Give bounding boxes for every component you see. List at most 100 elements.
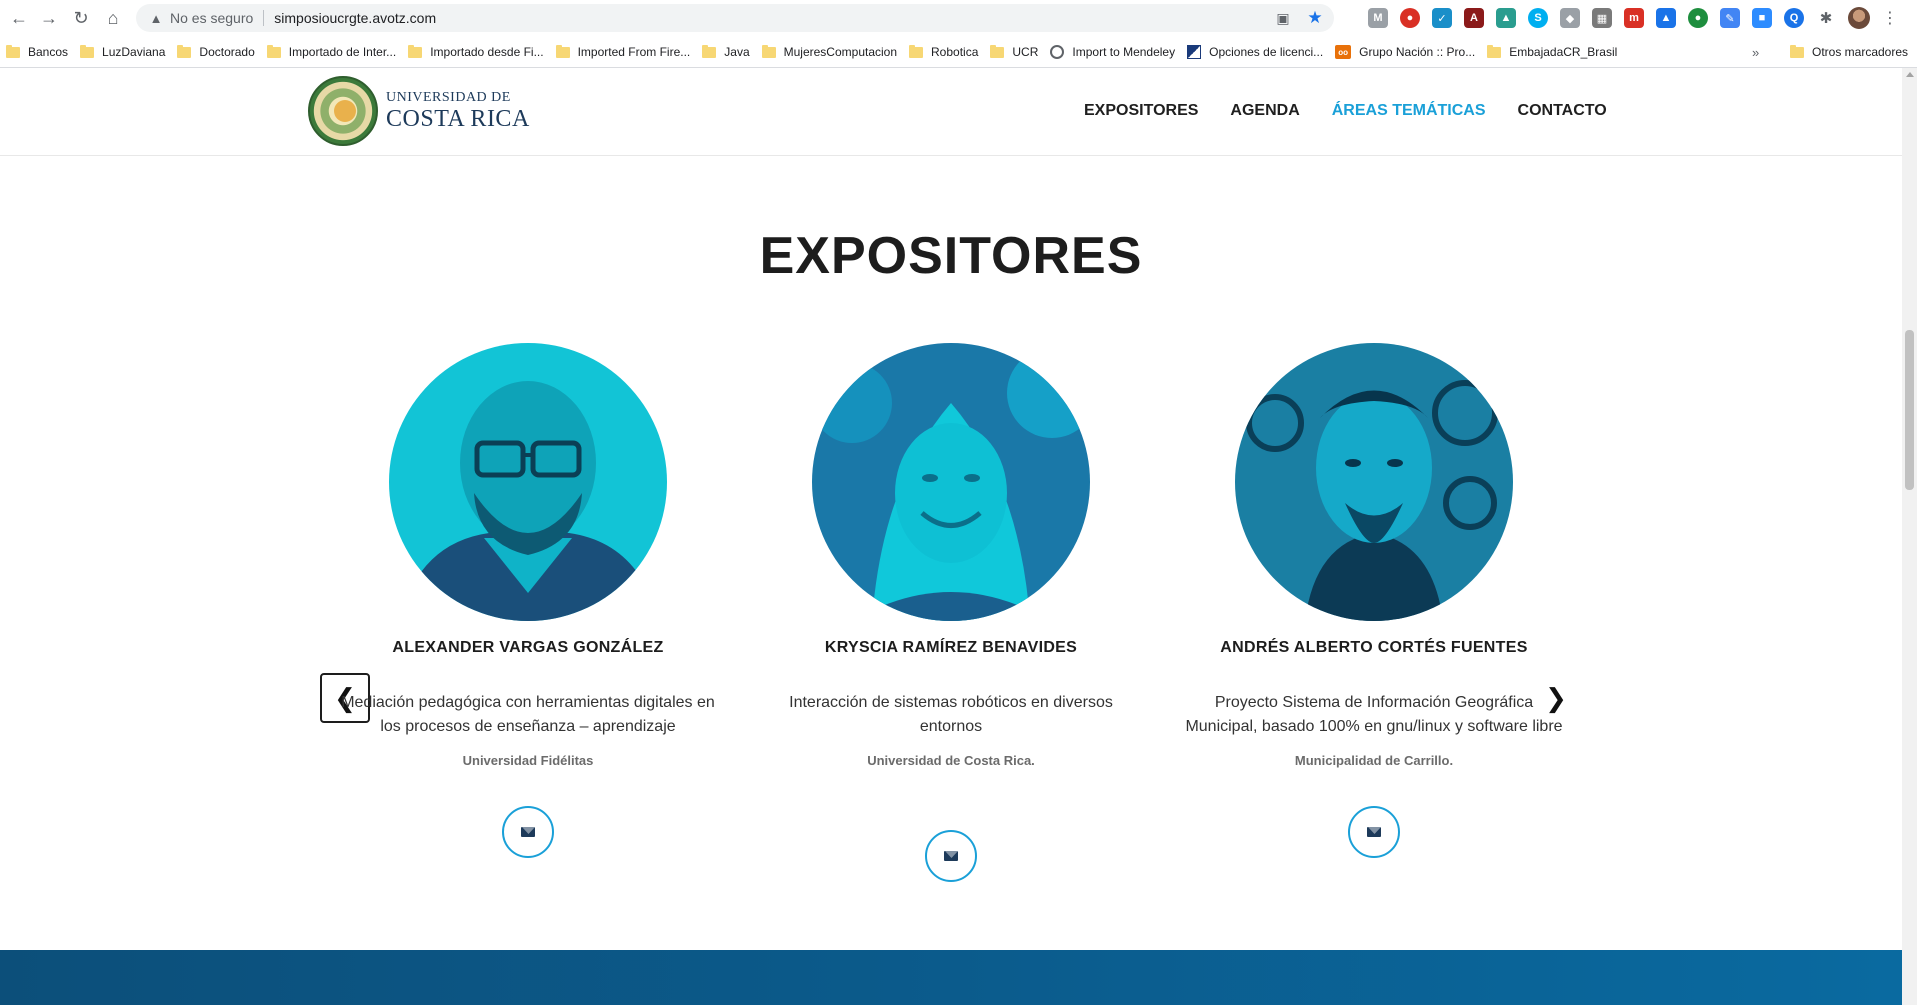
nav-link[interactable]: AGENDA <box>1230 102 1299 120</box>
bookmark-label: MujeresComputacion <box>783 45 898 59</box>
logo-line-1: UNIVERSIDAD DE <box>386 90 511 105</box>
bookmark-item[interactable]: Importado de Inter... <box>261 40 402 64</box>
speaker-name: KRYSCIA RAMÍREZ BENAVIDES <box>824 639 1078 656</box>
logo-text: UNIVERSIDAD DE COSTA RICA <box>386 90 530 132</box>
bookmark-item[interactable]: UCR <box>984 40 1044 64</box>
speaker-topic: Interacción de sistemas robóticos en div… <box>789 694 1113 735</box>
bookmark-label: EmbajadaCR_Brasil <box>1509 45 1618 59</box>
drive-extension-icon[interactable]: ▲ <box>1496 8 1516 28</box>
logo-line-2: COSTA RICA <box>386 106 530 132</box>
gmail-extension-icon[interactable]: M <box>1368 8 1388 28</box>
other-bookmarks-folder[interactable]: Otros marcadores <box>1784 40 1914 64</box>
browser-chrome: ← → ↻ ⌂ ▲ No es seguro simposioucrgte.av… <box>0 0 1917 68</box>
bookmark-label: Importado desde Fi... <box>430 45 544 59</box>
section-title: EXPOSITORES <box>759 227 1143 285</box>
bookmark-item[interactable]: oo Grupo Nación :: Pro... <box>1329 40 1481 64</box>
security-label[interactable]: No es seguro <box>170 10 253 26</box>
main-nav: EXPOSITORES AGENDA ÁREAS TEMÁTICAS CONTACTO <box>1084 102 1607 120</box>
pen-extension-icon[interactable]: ✎ <box>1720 8 1740 28</box>
classroom-extension-icon[interactable]: ▲ <box>1656 8 1676 28</box>
folder-icon <box>408 44 423 58</box>
speaker-photo <box>812 343 1090 621</box>
speaker-card: ALEXANDER VARGAS GONZÁLEZ Mediación peda… <box>328 343 728 858</box>
speaker-name: ALEXANDER VARGAS GONZÁLEZ <box>392 639 664 656</box>
bookmark-item[interactable]: Java <box>696 40 755 64</box>
search-extension-icon[interactable]: Q <box>1784 8 1804 28</box>
scroll-up-icon[interactable] <box>1906 72 1914 77</box>
divider <box>263 10 265 26</box>
bookmark-label: Bancos <box>28 45 69 59</box>
install-app-icon[interactable]: ▣ <box>1274 9 1292 27</box>
bookmark-item[interactable]: MujeresComputacion <box>756 40 903 64</box>
speaker-photo <box>389 343 667 621</box>
flag-icon <box>1187 45 1202 59</box>
site-header: UNIVERSIDAD DE COSTA RICA EXPOSITORES AGE… <box>0 68 1902 156</box>
dropbox-extension-icon[interactable]: ◆ <box>1560 8 1580 28</box>
home-icon[interactable]: ⌂ <box>100 5 126 31</box>
scrollbar-thumb[interactable] <box>1905 330 1914 490</box>
chevron-right-icon: ❯ <box>1545 682 1567 713</box>
browser-toolbar: ← → ↻ ⌂ ▲ No es seguro simposioucrgte.av… <box>0 0 1917 36</box>
university-logo[interactable]: UNIVERSIDAD DE COSTA RICA <box>308 76 530 146</box>
bookmark-item[interactable]: Opciones de licenci... <box>1181 40 1329 64</box>
url-text[interactable]: simposioucrgte.avotz.com <box>274 10 436 26</box>
mendeley-extension-icon[interactable]: m <box>1624 8 1644 28</box>
pdf-extension-icon[interactable]: A <box>1464 8 1484 28</box>
carousel-next-button[interactable]: ❯ <box>1531 673 1581 723</box>
evernote-extension-icon[interactable]: ● <box>1688 8 1708 28</box>
email-button[interactable] <box>502 806 554 858</box>
bookmarks-bar: Bancos LuzDaviana Doctorado Importado de In… <box>0 38 1917 66</box>
omnibox-actions: ▣ ★ <box>1274 8 1324 27</box>
profile-avatar[interactable] <box>1848 7 1870 29</box>
globe-icon <box>1050 45 1065 59</box>
bookmark-item[interactable]: Imported From Fire... <box>550 40 697 64</box>
bookmark-label: Otros marcadores <box>1812 45 1909 59</box>
bookmark-item[interactable]: Importado desde Fi... <box>402 40 549 64</box>
bookmark-label: Opciones de licenci... <box>1209 45 1324 59</box>
reload-icon[interactable]: ↻ <box>68 5 94 31</box>
bookmark-item[interactable]: Import to Mendeley <box>1044 40 1181 64</box>
bookmark-star-icon[interactable]: ★ <box>1306 8 1324 27</box>
forward-icon[interactable]: → <box>36 5 62 31</box>
zoom-extension-icon[interactable]: ■ <box>1752 8 1772 28</box>
adblock-extension-icon[interactable]: ● <box>1400 8 1420 28</box>
bookmark-label: Importado de Inter... <box>288 45 397 59</box>
bookmark-item[interactable]: Robotica <box>903 40 984 64</box>
envelope-icon <box>944 851 958 861</box>
folder-icon <box>1487 44 1502 58</box>
more-bookmarks-button[interactable]: » <box>1752 45 1759 60</box>
folder-icon <box>80 44 95 58</box>
bookmark-label: Robotica <box>931 45 979 59</box>
bookmark-label: Imported From Fire... <box>577 45 691 59</box>
address-bar[interactable]: ▲ No es seguro simposioucrgte.avotz.com … <box>136 4 1334 32</box>
warning-icon[interactable]: ▲ <box>148 10 164 26</box>
email-button[interactable] <box>1348 806 1400 858</box>
folder-icon <box>6 44 20 58</box>
folder-icon <box>266 44 281 58</box>
folder-icon <box>177 44 192 58</box>
page-scrollbar[interactable] <box>1902 68 1917 1005</box>
menu-icon[interactable]: ⋮ <box>1882 8 1898 28</box>
extensions-icon[interactable]: ✱ <box>1816 8 1836 28</box>
back-icon[interactable]: ← <box>6 5 32 31</box>
bookmark-label: Grupo Nación :: Pro... <box>1359 45 1476 59</box>
folder-icon <box>1790 44 1804 58</box>
folder-icon <box>702 44 717 58</box>
puzzle-ext-icon[interactable]: ▦ <box>1592 8 1612 28</box>
folder-icon <box>990 44 1005 58</box>
bookmark-label: UCR <box>1012 45 1039 59</box>
ucr-seal-icon <box>308 76 378 146</box>
skype-extension-icon[interactable]: S <box>1528 8 1548 28</box>
bookmark-item[interactable]: LuzDaviana <box>74 40 171 64</box>
todo-extension-icon[interactable]: ✓ <box>1432 8 1452 28</box>
bookmark-item[interactable]: Doctorado <box>171 40 260 64</box>
extensions-bar: M ● ✓ A ▲ S ◆ ▦ m ▲ ● ✎ ■ Q ✱ ⋮ <box>1368 7 1898 29</box>
email-button[interactable] <box>925 830 977 882</box>
nav-link[interactable]: ÁREAS TEMÁTICAS <box>1332 102 1486 120</box>
bookmark-item[interactable]: Bancos <box>0 40 74 64</box>
speaker-organization: Municipalidad de Carrillo. <box>1294 753 1454 768</box>
nav-link[interactable]: EXPOSITORES <box>1084 102 1198 120</box>
envelope-icon <box>521 827 535 837</box>
nav-link[interactable]: CONTACTO <box>1518 102 1607 120</box>
bookmark-item[interactable]: EmbajadaCR_Brasil <box>1481 40 1623 64</box>
